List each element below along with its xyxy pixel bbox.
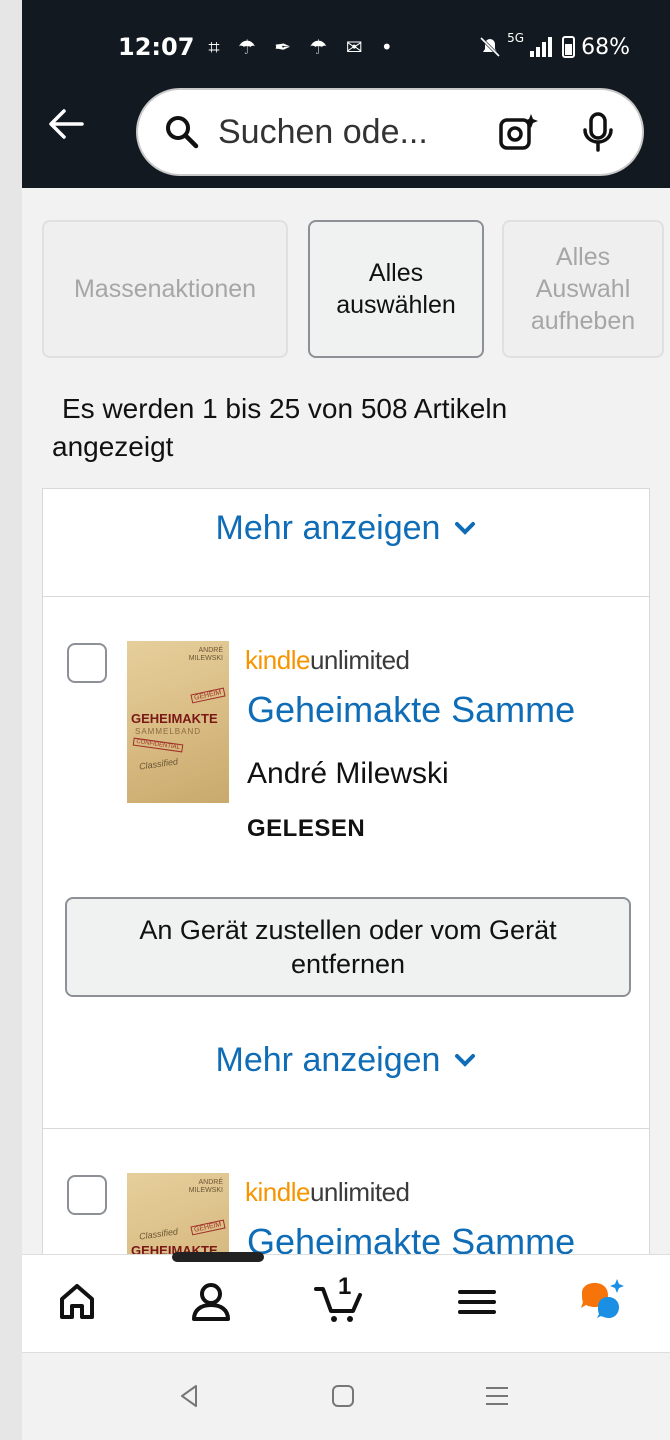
cover-title: GEHEIMAKTE: [131, 711, 218, 726]
select-all-label-1: Alles: [368, 259, 424, 287]
kindle-unlimited-logo: kindleunlimited: [245, 645, 410, 676]
cover-author-line-2: MILEWSKI: [188, 1187, 223, 1194]
deliver-to-device-button[interactable]: An Gerät zustellen oder vom Gerät entfer…: [65, 897, 631, 997]
system-nav-bar: [22, 1352, 670, 1440]
results-line-1: Es werden 1 bis 25 von 508 Artikeln: [62, 393, 508, 424]
list-item-previous: Mehr anzeigen: [42, 488, 650, 598]
chevron-down-icon: [455, 1053, 476, 1067]
ai-assistant-icon[interactable]: [576, 1277, 626, 1327]
mass-actions-button[interactable]: Massenaktionen: [42, 220, 288, 358]
results-count: Es werden 1 bis 25 von 508 Artikeln ange…: [52, 390, 642, 466]
list-item: ANDRÉ MILEWSKI GEHEIM GEHEIMAKTE SAMMELBA…: [42, 596, 650, 1130]
status-time: 12:07: [118, 33, 195, 61]
search-input[interactable]: Suchen ode...: [218, 113, 498, 152]
menu-icon[interactable]: [452, 1277, 502, 1327]
cover-author: ANDRÉ MILEWSKI: [189, 1179, 223, 1195]
scroll-handle: [172, 1252, 264, 1262]
notification-icons: ⌗ ☂ ✒ ☂ ✉ •: [208, 35, 399, 59]
cover-author-line-2: MILEWSKI: [188, 655, 223, 662]
top-bar: 12:07 ⌗ ☂ ✒ ☂ ✉ • 5G 68% Suchen ode...: [22, 0, 670, 188]
select-all-label-2: auswählen: [336, 291, 456, 319]
show-more-link[interactable]: Mehr anzeigen: [43, 1041, 649, 1080]
home-square-icon[interactable]: [328, 1381, 358, 1411]
read-status: GELESEN: [247, 815, 366, 842]
recents-icon[interactable]: [482, 1381, 512, 1411]
mass-actions-label: Massenaktionen: [73, 275, 257, 303]
kindle-suffix: unlimited: [309, 645, 410, 675]
cart-count: 1: [338, 1273, 352, 1300]
status-bar: 12:07 ⌗ ☂ ✒ ☂ ✉ • 5G 68%: [118, 30, 630, 64]
kindle-unlimited-logo: kindleunlimited: [245, 1177, 410, 1208]
back-triangle-icon[interactable]: [174, 1381, 204, 1411]
item-author: André Milewski: [247, 757, 449, 790]
screen: 12:07 ⌗ ☂ ✒ ☂ ✉ • 5G 68% Suchen ode... M…: [22, 0, 670, 1440]
deliver-label: An Gerät zustellen oder vom Gerät entfer…: [139, 915, 557, 979]
kindle-prefix: kindle: [245, 1177, 310, 1207]
cover-stamp: GEHEIM: [190, 1219, 226, 1236]
microphone-icon[interactable]: [580, 112, 616, 152]
show-more-link[interactable]: Mehr anzeigen: [43, 509, 649, 548]
account-icon[interactable]: [186, 1277, 236, 1327]
show-more-label: Mehr anzeigen: [215, 509, 441, 547]
mute-icon: [480, 36, 501, 58]
camera-search-icon[interactable]: [498, 112, 538, 152]
cover-author-line-1: ANDRÉ: [198, 1179, 223, 1186]
cover-scribble: Classified: [138, 1226, 179, 1242]
chevron-down-icon: [455, 521, 476, 535]
kindle-prefix: kindle: [245, 645, 310, 675]
book-cover[interactable]: ANDRÉ MILEWSKI GEHEIM GEHEIMAKTE SAMMELBA…: [127, 641, 229, 803]
bottom-nav: 1: [22, 1254, 670, 1352]
battery-icon: [562, 36, 576, 58]
cover-scribble: Classified: [138, 756, 179, 772]
item-checkbox[interactable]: [67, 643, 107, 683]
cover-author: ANDRÉ MILEWSKI: [189, 647, 223, 663]
item-checkbox[interactable]: [67, 1175, 107, 1215]
cover-author-line-1: ANDRÉ: [198, 647, 223, 654]
cover-stamp-2: CONFIDENTIAL: [132, 737, 184, 753]
results-line-2: angezeigt: [52, 431, 174, 462]
kindle-suffix: unlimited: [309, 1177, 410, 1207]
show-more-label: Mehr anzeigen: [215, 1041, 441, 1079]
home-icon[interactable]: [52, 1277, 102, 1327]
status-right: 5G 68%: [479, 31, 630, 60]
battery-level: 68%: [581, 34, 630, 60]
deselect-label-1: Alles: [555, 243, 611, 271]
network-type: 5G: [507, 30, 525, 45]
deselect-label-3: aufheben: [530, 307, 636, 335]
item-title[interactable]: Geheimakte Samme: [247, 689, 637, 731]
search-icon: [166, 116, 199, 149]
cart-button[interactable]: 1: [312, 1273, 372, 1327]
search-bar[interactable]: Suchen ode...: [136, 88, 644, 176]
cover-subtitle: SAMMELBAND: [135, 727, 202, 736]
signal-icon: [530, 37, 553, 57]
deselect-all-button[interactable]: Alles Auswahl aufheben: [502, 220, 664, 358]
cover-stamp: GEHEIM: [190, 687, 226, 704]
deselect-label-2: Auswahl: [535, 275, 631, 303]
back-arrow-icon[interactable]: [46, 104, 86, 144]
select-all-button[interactable]: Alles auswählen: [308, 220, 484, 358]
